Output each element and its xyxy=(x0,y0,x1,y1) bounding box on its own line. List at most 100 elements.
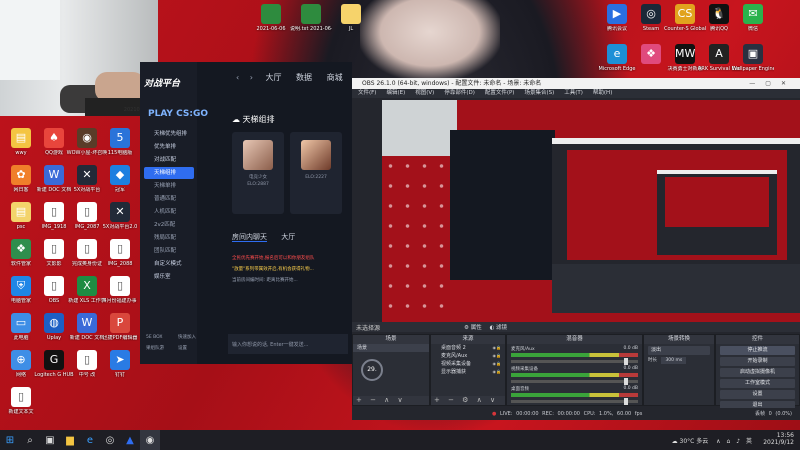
app-icon: ▯ xyxy=(110,239,130,259)
volume-slider-knob[interactable] xyxy=(624,378,628,385)
platform-nav-item[interactable]: 天梯组排 xyxy=(144,167,194,179)
volume-icon[interactable]: ♪ xyxy=(736,438,740,445)
obs-menu-item[interactable]: 文件(F) xyxy=(358,90,376,96)
platform-nav-item[interactable]: 优先单排 xyxy=(144,141,194,153)
windows-start-icon[interactable]: ⊞ xyxy=(0,430,20,450)
ime-indicator[interactable]: 英 xyxy=(746,438,752,445)
tab-hall[interactable]: 大厅 xyxy=(266,73,282,82)
desktop-icon[interactable]: 5 115电脑版 xyxy=(99,128,141,156)
obs-menu-item[interactable]: 视图(V) xyxy=(415,90,434,96)
volume-slider[interactable] xyxy=(511,358,638,365)
desktop-icon[interactable]: ◆ 冠军 xyxy=(99,165,141,193)
tab-shop[interactable]: 商城 xyxy=(327,73,343,82)
filter-icon[interactable]: ◐ xyxy=(489,325,494,331)
desktop-icon[interactable]: ✉ 微信 xyxy=(732,4,774,32)
platform-nav-item[interactable]: 自定义模式 xyxy=(144,258,194,270)
scene-item[interactable]: 场景 xyxy=(353,344,429,352)
transition-select[interactable]: 淡出 xyxy=(648,346,710,355)
controls-panel: 控件 停止推流 开始录制 启动虚拟摄像机 工作室模式 设置 退出 xyxy=(715,334,800,410)
tab-room-chat[interactable]: 房间内聊天 xyxy=(232,233,267,242)
properties-button[interactable]: 属性 xyxy=(471,325,482,331)
visibility-icon[interactable]: ◉🔒 xyxy=(493,352,501,360)
transition-duration[interactable]: 时长 300 ms xyxy=(644,357,714,364)
panel-header: 控件 xyxy=(716,335,799,344)
volume-slider[interactable] xyxy=(511,378,638,385)
source-item[interactable]: 显示器捕获 ◉🔒 xyxy=(431,368,505,376)
desktop-icon[interactable]: ➤ 钉钉 xyxy=(99,350,141,378)
desktop-file[interactable]: JL xyxy=(330,4,372,32)
control-button[interactable]: 工作室模式 xyxy=(720,379,795,388)
obs-menu-item[interactable]: 帮助(H) xyxy=(593,90,612,96)
source-item[interactable]: 视频采集设备 ◉🔒 xyxy=(431,360,505,368)
obs-taskbar-icon[interactable]: ◉ xyxy=(140,430,160,450)
desktop-file[interactable]: 2021-06-06 xyxy=(250,4,292,32)
chevron-up-icon[interactable]: ∧ xyxy=(716,438,720,445)
visibility-icon[interactable]: ◉🔒 xyxy=(493,368,501,376)
clock[interactable]: 13:56 2021/9/12 xyxy=(763,432,794,446)
desktop-icon[interactable]: ▯ 新建文本文 xyxy=(0,387,42,415)
desktop-icon[interactable]: P 迅捷PDF编辑器 xyxy=(99,313,141,341)
control-button[interactable]: 开始录制 xyxy=(720,357,795,366)
source-toolbar-bottom[interactable]: + − ⚙ ∧ ∨ xyxy=(431,396,505,405)
platform-bottom-link[interactable]: 设置 xyxy=(176,343,208,355)
game-platform-window[interactable]: 对战平台 PLAY CS:GO 天梯优先组排 优先单排 对战匹配 天梯组排 天梯单排 普通… xyxy=(140,62,352,364)
obs-menu-item[interactable]: 编辑(E) xyxy=(386,90,405,96)
file-explorer-icon[interactable]: ▆ xyxy=(60,430,80,450)
desktop-icon[interactable]: ✕ 5X对战平台2.0 xyxy=(99,202,141,230)
system-tray[interactable]: ☁ 30°C 多云 ∧ ⌂ ♪ 英 xyxy=(672,436,752,445)
player-card-1[interactable]: 电竞少女 ELO:2887 xyxy=(232,132,284,214)
platform-nav-item[interactable]: 天梯优先组排 xyxy=(144,128,194,140)
source-item[interactable]: 桌面音频 2 ◉🔒 xyxy=(431,344,505,352)
platform-nav-item[interactable]: 对战匹配 xyxy=(144,154,194,166)
platform-game-title[interactable]: PLAY CS:GO xyxy=(148,109,208,119)
volume-slider-knob[interactable] xyxy=(624,398,628,405)
obs-menu-item[interactable]: 配置文件(P) xyxy=(485,90,515,96)
obs-window[interactable]: OBS 26.1.0 (64-bit, windows) - 配置文件: 未命名… xyxy=(352,78,800,420)
obs-menu-item[interactable]: 场景集合(S) xyxy=(524,90,554,96)
desktop-icon[interactable]: ▣ Wallpaper Engine xyxy=(732,44,774,72)
channel-db: 0.0 dB xyxy=(623,366,638,371)
player-card-2[interactable]: ELO:2227 xyxy=(290,132,342,214)
preview-nested-dock xyxy=(552,264,800,313)
control-button[interactable]: 设置 xyxy=(720,390,795,399)
tab-data[interactable]: 数据 xyxy=(296,73,312,82)
filters-button[interactable]: 滤镜 xyxy=(496,325,507,331)
forward-icon[interactable]: › xyxy=(250,73,253,82)
source-item[interactable]: 麦克风/Aux ◉🔒 xyxy=(431,352,505,360)
platform-nav-item[interactable]: 人机匹配 xyxy=(144,206,194,218)
platform-nav-item[interactable]: 天梯单排 xyxy=(144,180,194,192)
obs-preview[interactable] xyxy=(382,100,800,322)
platform-bottom-link[interactable]: 果组队游 xyxy=(144,343,176,355)
desktop-icon[interactable]: ▯ 4月份福建办事 xyxy=(99,276,141,304)
tab-hall-chat[interactable]: 大厅 xyxy=(281,233,295,241)
app-icon: e xyxy=(607,44,627,64)
gear-icon[interactable]: ⚙ xyxy=(464,325,469,331)
obs-menu-item[interactable]: 停靠部件(D) xyxy=(444,90,475,96)
back-icon[interactable]: ‹ xyxy=(236,73,239,82)
app-icon: ⊕ xyxy=(11,350,31,370)
platform-nav-item[interactable]: 娱乐室 xyxy=(144,271,194,283)
platform-nav-item[interactable]: 团队匹配 xyxy=(144,245,194,257)
platform-taskbar-icon[interactable]: ▲ xyxy=(120,430,140,450)
visibility-icon[interactable]: ◉🔒 xyxy=(493,360,501,368)
desktop-icon[interactable]: ▯ IMG_2088 xyxy=(99,239,141,267)
platform-nav-item[interactable]: 残局匹配 xyxy=(144,232,194,244)
desktop-file[interactable]: 说明.txt 2021-06-06 xyxy=(290,4,332,32)
chat-input[interactable]: 输入你想说的话, Enter一键发送... xyxy=(228,334,348,354)
app-icon: ❖ xyxy=(641,44,661,64)
visibility-icon[interactable]: ◉🔒 xyxy=(493,344,501,352)
scene-toolbar[interactable]: + − ∧ ∨ xyxy=(353,396,429,405)
task-view-icon[interactable]: ▣ xyxy=(40,430,60,450)
control-button[interactable]: 启动虚拟摄像机 xyxy=(720,368,795,377)
platform-nav-item[interactable]: 普通匹配 xyxy=(144,193,194,205)
volume-slider-knob[interactable] xyxy=(624,358,628,365)
window-controls[interactable]: —▢✕ xyxy=(749,78,796,89)
platform-nav-item[interactable]: 2v2匹配 xyxy=(144,219,194,231)
network-icon[interactable]: ⌂ xyxy=(726,438,730,445)
browser-icon[interactable]: e xyxy=(80,430,100,450)
steam-taskbar-icon[interactable]: ◎ xyxy=(100,430,120,450)
search-icon[interactable]: ⌕ xyxy=(20,430,40,450)
volume-slider[interactable] xyxy=(511,398,638,405)
obs-menu-item[interactable]: 工具(T) xyxy=(564,90,583,96)
control-button[interactable]: 停止推流 xyxy=(720,346,795,355)
